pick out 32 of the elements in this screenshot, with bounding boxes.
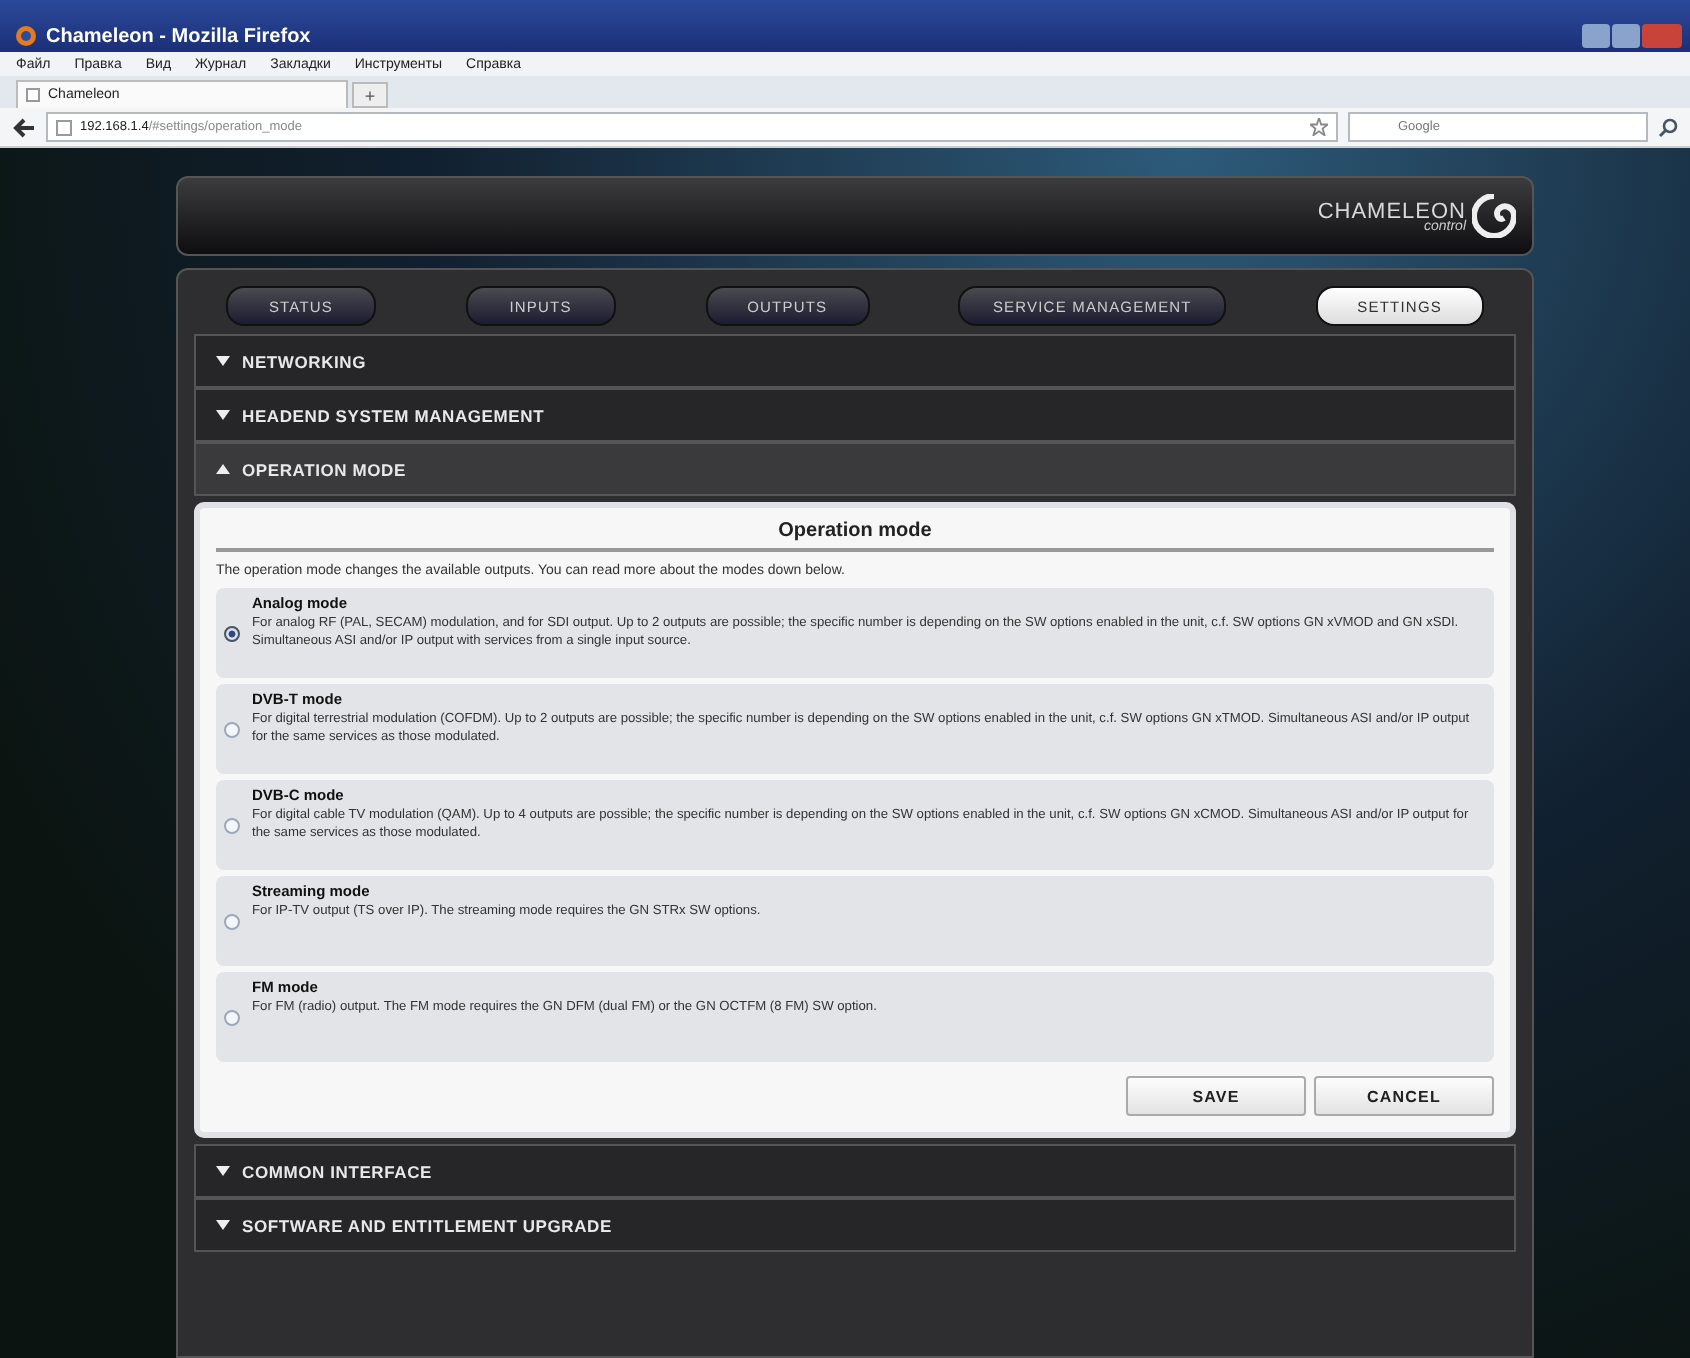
chameleon-logo-icon bbox=[1472, 194, 1516, 238]
search-icon[interactable] bbox=[1658, 117, 1678, 137]
cancel-button[interactable]: CANCEL bbox=[1314, 1076, 1494, 1116]
section-header[interactable]: HEADEND SYSTEM MANAGEMENT bbox=[194, 388, 1516, 442]
star-icon[interactable] bbox=[1310, 118, 1328, 136]
form-title: Operation mode bbox=[216, 516, 1494, 552]
caret-down-icon bbox=[216, 356, 230, 366]
back-arrow-icon[interactable] bbox=[12, 115, 36, 139]
section-header[interactable]: NETWORKING bbox=[194, 334, 1516, 388]
mode-option[interactable] bbox=[216, 588, 1494, 678]
page-icon bbox=[56, 119, 72, 135]
window-controls-icon[interactable] bbox=[1582, 22, 1682, 50]
save-button[interactable]: SAVE bbox=[1126, 1076, 1306, 1116]
radio-button[interactable] bbox=[224, 913, 240, 929]
mode-option[interactable] bbox=[216, 684, 1494, 774]
section-header[interactable]: COMMON INTERFACE bbox=[194, 1144, 1516, 1198]
radio-button[interactable] bbox=[224, 1009, 240, 1025]
section-header[interactable]: SOFTWARE AND ENTITLEMENT UPGRADE bbox=[194, 1198, 1516, 1252]
page-icon bbox=[26, 88, 40, 102]
radio-button[interactable] bbox=[224, 721, 240, 737]
window-title: Chameleon - Mozilla Firefox bbox=[46, 25, 311, 47]
section-header[interactable]: OPERATION MODE bbox=[194, 442, 1516, 496]
caret-down-icon bbox=[216, 410, 230, 420]
new-tab-button[interactable]: + bbox=[352, 82, 388, 108]
caret-up-icon bbox=[216, 464, 230, 474]
browser-logo-icon bbox=[16, 26, 36, 46]
radio-button[interactable] bbox=[224, 817, 240, 833]
radio-button[interactable] bbox=[224, 625, 240, 641]
caret-down-icon bbox=[216, 1166, 230, 1176]
caret-down-icon bbox=[216, 1220, 230, 1230]
mode-option[interactable] bbox=[216, 780, 1494, 870]
logo-name: CHAMELEON bbox=[1317, 199, 1466, 223]
